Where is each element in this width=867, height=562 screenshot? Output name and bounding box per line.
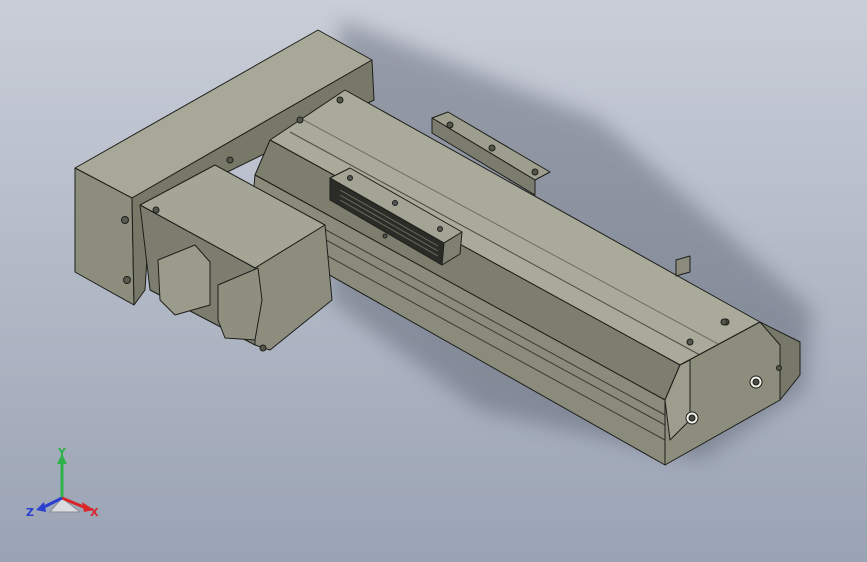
orientation-triad: Y X Z: [26, 446, 99, 519]
y-axis-label: Y: [57, 446, 67, 459]
z-axis-label: Z: [26, 506, 34, 519]
z-axis-arrow: [36, 502, 46, 512]
cad-viewport[interactable]: Y X Z: [0, 0, 867, 562]
x-axis-label: X: [90, 506, 99, 519]
linear-actuator-model[interactable]: [0, 0, 867, 562]
